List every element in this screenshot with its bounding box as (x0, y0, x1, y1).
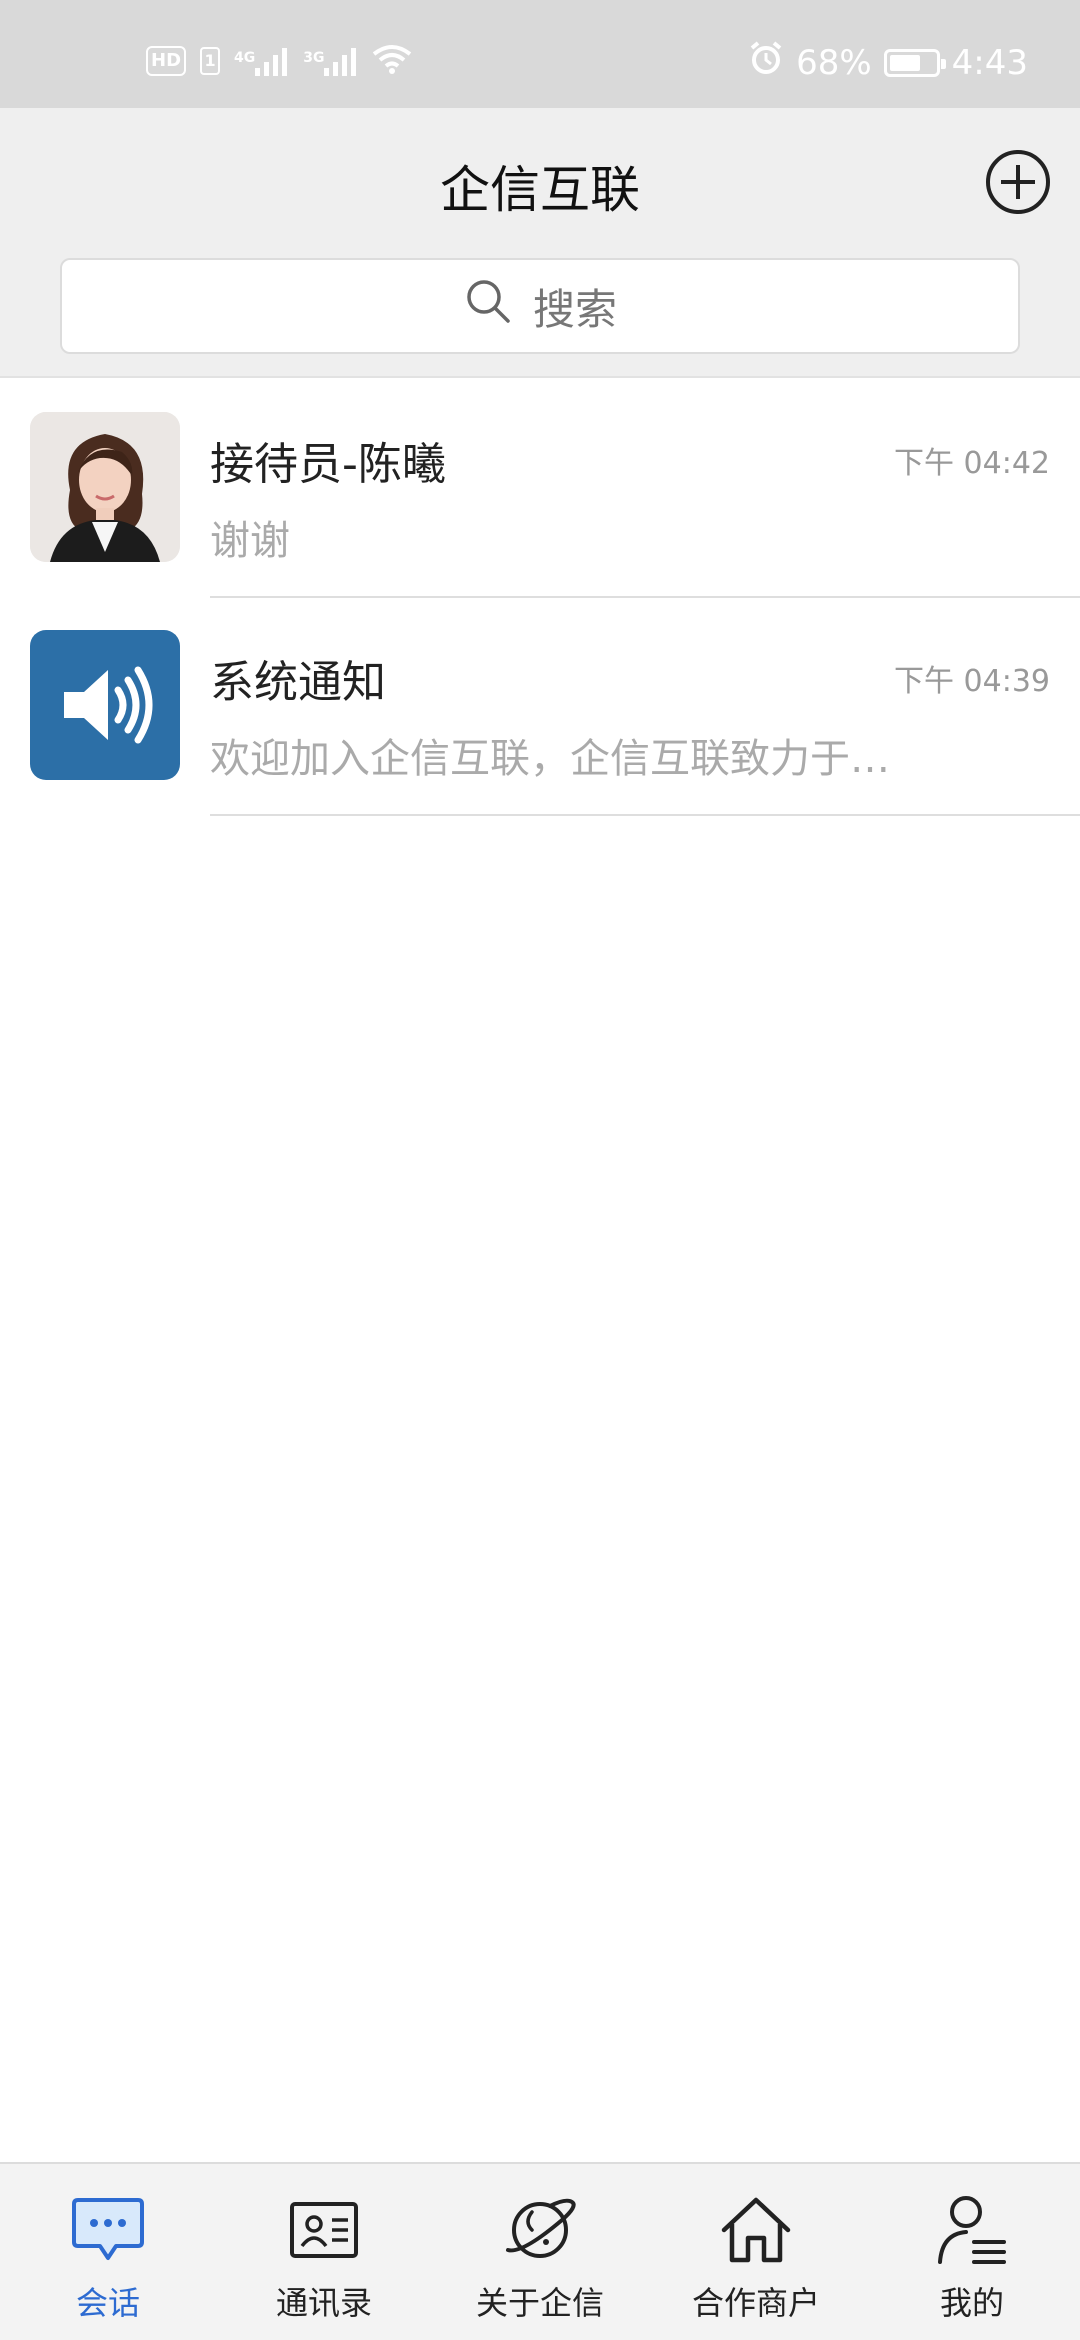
signal-icon-2: 3G (303, 46, 358, 76)
signal-icon-1: 4G (234, 46, 289, 76)
tab-label: 会话 (75, 2284, 140, 2322)
tab-about[interactable]: 关于企信 (432, 2164, 648, 2340)
sim-badge: 1 (200, 47, 221, 75)
home-icon (721, 2197, 791, 2263)
conversation-time: 下午 04:39 (894, 664, 1050, 699)
speaker-icon (64, 666, 153, 744)
tab-partners[interactable]: 合作商户 (648, 2164, 864, 2340)
alarm-icon (748, 40, 784, 85)
network-type-2: 3G (303, 50, 325, 66)
conversation-item[interactable]: 接待员-陈曦 下午 04:42 谢谢 (0, 380, 1080, 598)
conversation-time: 下午 04:42 (894, 446, 1050, 481)
status-bar-left: HD 1 4G 3G (146, 44, 412, 78)
bottom-tab-bar: 会话 通讯录 关于企信 合作商户 我的 (0, 2162, 1080, 2340)
divider (210, 814, 1080, 816)
tab-label: 我的 (939, 2284, 1004, 2322)
tab-contacts[interactable]: 通讯录 (216, 2164, 432, 2340)
conversation-item[interactable]: 系统通知 下午 04:39 欢迎加入企信互联，企信互联致力于… (0, 598, 1080, 816)
avatar (30, 412, 180, 562)
page-title: 企信互联 (440, 161, 640, 219)
header: 企信互联 搜索 (0, 108, 1080, 378)
conversation-name: 接待员-陈曦 (210, 439, 446, 490)
user-list-icon (938, 2196, 1006, 2264)
network-type-1: 4G (234, 50, 256, 66)
hd-badge: HD (146, 46, 187, 76)
status-bar: HD 1 4G 3G 68% 4:43 (0, 0, 1080, 108)
chat-bubble-icon (72, 2198, 144, 2260)
search-placeholder: 搜索 (532, 284, 617, 334)
tab-me[interactable]: 我的 (864, 2164, 1080, 2340)
search-input[interactable]: 搜索 (60, 258, 1020, 354)
avatar (30, 630, 180, 780)
contact-card-icon (290, 2202, 358, 2258)
person-photo (30, 412, 180, 562)
wifi-icon (372, 44, 412, 78)
conversation-preview: 谢谢 (210, 518, 290, 564)
search-icon (463, 276, 513, 336)
battery-percent: 68% (796, 42, 872, 83)
tab-label: 通讯录 (275, 2284, 372, 2322)
battery-level-fill (889, 54, 920, 71)
conversation-list: 接待员-陈曦 下午 04:42 谢谢 系统通知 下午 04:39 欢迎加入企信互… (0, 380, 1080, 816)
tab-chat[interactable]: 会话 (0, 2164, 216, 2340)
planet-icon (506, 2198, 576, 2258)
battery-icon (883, 48, 946, 77)
add-button[interactable] (986, 150, 1050, 214)
conversation-name: 系统通知 (210, 657, 386, 708)
conversation-preview: 欢迎加入企信互联，企信互联致力于… (210, 736, 890, 782)
status-bar-right: 68% 4:43 (748, 40, 1028, 85)
clock-time: 4:43 (951, 42, 1028, 83)
tab-label: 合作商户 (691, 2284, 820, 2322)
tab-label: 关于企信 (475, 2284, 604, 2322)
